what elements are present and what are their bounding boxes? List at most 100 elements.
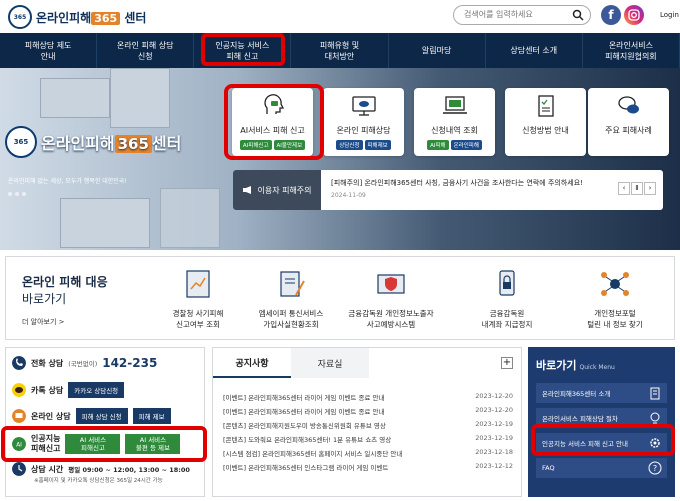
tag-ai-damage-history[interactable]: AI피해 xyxy=(427,140,449,150)
next-arrow-icon[interactable]: › xyxy=(644,182,656,195)
laptop-icon xyxy=(442,96,467,114)
quick-menu: 바로가기 Quick Menu 온라인피해365센터 소개 온라인서비스 피해상담… xyxy=(528,347,675,497)
list-item[interactable]: [이벤트] 온라인피해365센터 인스타그램 라이어 게임 이벤트 2023-12… xyxy=(223,462,513,472)
search-icon[interactable] xyxy=(572,9,584,21)
clipboard-pen-icon xyxy=(280,271,305,297)
top-bar: 365 온라인피해365 센터 f Login xyxy=(0,0,680,33)
highlight-box-ai-report xyxy=(1,426,207,462)
main-nav: 피해상담 제도 안내 온라인 피해 상담 신청 인공지능 서비스 피해 신고 피… xyxy=(0,33,680,68)
card-title: 신청내역 조회 xyxy=(431,126,478,135)
hours-row: 상담 시간 평일 09:00 ~ 12:00, 13:00 ~ 18:00 xyxy=(12,462,190,476)
card-damage-cases[interactable]: 주요 피해사례 xyxy=(588,88,669,156)
logo-prefix: 온라인피해 xyxy=(36,10,92,25)
network-icon xyxy=(601,272,629,296)
cabinet-drawer xyxy=(110,68,170,128)
card-online-consult[interactable]: 온라인 피해상담 상담신청 피해제보 xyxy=(323,88,404,156)
kakao-consult-button[interactable]: 카카오 상담신청 xyxy=(68,382,125,398)
card-title: 온라인 피해상담 xyxy=(336,126,391,135)
site-logo[interactable]: 365 온라인피해 365 센터 xyxy=(8,5,146,29)
hours-value: 평일 09:00 ~ 12:00, 13:00 ~ 18:00 xyxy=(68,466,190,474)
online-icon xyxy=(12,409,26,423)
tab-notices[interactable]: 공지사항 xyxy=(213,348,291,378)
card-how-to-apply[interactable]: 신청방법 안내 xyxy=(505,88,586,156)
cabinet-drawer xyxy=(60,198,150,248)
carousel-dot[interactable] xyxy=(22,192,26,196)
monitor-chat-icon xyxy=(351,96,376,116)
prev-arrow-icon[interactable]: ‹ xyxy=(618,182,630,195)
question-icon: ? xyxy=(648,461,662,475)
notice-date: 2024-11-09 xyxy=(331,192,366,199)
band-subtitle: 바로가기 xyxy=(22,292,67,306)
service-fss-account[interactable]: 금융감독원 내계좌 지급정지 xyxy=(460,267,554,330)
cabinet-drawer xyxy=(160,188,220,248)
card-title: 신청방법 안내 xyxy=(522,126,569,135)
hero-logo-suffix: 센터 xyxy=(151,134,182,153)
hero-logo: 365 온라인피해 365 센터 xyxy=(5,126,181,158)
lightbulb-icon xyxy=(650,412,660,424)
carousel-dot[interactable] xyxy=(8,192,12,196)
kakao-label: 카톡 상담 xyxy=(31,385,64,395)
nav-damage-system[interactable]: 피해상담 제도 안내 xyxy=(0,33,98,68)
more-link[interactable]: 더 알아보기 > xyxy=(22,317,65,327)
cabinet-drawer xyxy=(40,78,110,118)
highlight-box-ai-card xyxy=(224,84,324,160)
service-msafer[interactable]: 엠세이퍼 통신서비스 가입사실현황조회 xyxy=(244,267,338,330)
nav-notices[interactable]: 알림마당 xyxy=(389,33,486,68)
hero-logo-prefix: 온라인피해 xyxy=(41,134,115,153)
pause-icon[interactable]: Ⅱ xyxy=(631,182,643,195)
list-item[interactable]: [콘텐츠] 도와줘요 온라인피해365센터! 1분 유튜브 쇼츠 영상 2023-… xyxy=(223,434,513,444)
hero-subtitle: 온라인피해 없는 세상, 모두가 행복한 대한민국! xyxy=(8,178,127,185)
svg-text:?: ? xyxy=(653,464,657,473)
shield-monitor-icon xyxy=(377,274,405,294)
instagram-icon[interactable] xyxy=(624,5,644,25)
list-item[interactable]: [이벤트] 온라인피해365센터 라이어 게임 이벤트 종료 안내 2023-12… xyxy=(223,406,513,416)
highlight-box-nav xyxy=(201,33,285,66)
service-police[interactable]: 경찰청 사기피해 신고여부 조회 xyxy=(151,267,245,330)
hours-note: ※홈페이지 및 카카오톡 상담신청은 365일 24시간 가능 xyxy=(34,478,163,484)
tag-online-damage-history[interactable]: 온라인피해 xyxy=(450,140,482,150)
kakao-row: 카톡 상담 카카오 상담신청 xyxy=(12,382,125,398)
quick-item-faq[interactable]: FAQ ? xyxy=(536,458,667,478)
logo-number: 365 xyxy=(91,11,121,25)
logo-badge-icon: 365 xyxy=(8,5,32,29)
list-item[interactable]: [시스템 점검] 온라인피해365센터 홈페이지 서비스 일시중단 안내 2023… xyxy=(223,448,513,458)
quick-menu-subtitle: Quick Menu xyxy=(579,364,615,371)
notice-bar: 이용자 피해주의 [피해주의] 온라인피해365센터 사칭, 금융사기 사건을 … xyxy=(233,170,663,210)
response-shortcuts: 온라인 피해 대응 바로가기 더 알아보기 > 경찰청 사기피해 신고여부 조회… xyxy=(5,256,675,340)
online-label: 온라인 상담 xyxy=(31,411,71,421)
service-fss-exposure[interactable]: 금융감독원 개인정보노출자 사고예방시스템 xyxy=(344,267,438,330)
quick-menu-title: 바로가기 xyxy=(536,359,577,372)
carousel-dot[interactable] xyxy=(15,192,19,196)
megaphone-icon xyxy=(243,186,252,194)
search-input[interactable] xyxy=(464,10,574,19)
nav-center-intro[interactable]: 상담센터 소개 xyxy=(486,33,583,68)
phone-row: 전화 상담 (국번없이) 142-235 xyxy=(12,356,157,370)
nav-damage-types[interactable]: 피해유형 및 대처방안 xyxy=(291,33,389,68)
nav-online-consult[interactable]: 온라인 피해 상담 신청 xyxy=(97,33,195,68)
login-link[interactable]: Login xyxy=(660,11,679,19)
lock-phone-icon xyxy=(499,270,515,296)
clock-icon xyxy=(12,462,26,476)
service-privacy-portal[interactable]: 개인정보포털 털린 내 정보 찾기 xyxy=(568,267,662,330)
card-history-lookup[interactable]: 신청내역 조회 AI피해 온라인피해 xyxy=(414,88,495,156)
list-item[interactable]: [콘텐츠] 온라인피해지원도우미 방송통신위원회 유튜브 영상 2023-12-1… xyxy=(223,420,513,430)
tag-damage-report[interactable]: 피해제보 xyxy=(364,140,391,150)
logo-suffix: 센터 xyxy=(124,10,147,25)
building-icon xyxy=(650,387,660,400)
online-consult-button[interactable]: 피해 상담 신청 xyxy=(75,408,128,424)
notice-board: 공지사항 자료실 + [이벤트] 온라인피해365센터 라이어 게임 이벤트 종… xyxy=(212,347,522,497)
more-plus-icon[interactable]: + xyxy=(501,357,513,369)
nav-council[interactable]: 온라인서비스 피해지원협의회 xyxy=(583,33,680,68)
facebook-icon[interactable]: f xyxy=(601,5,621,25)
tab-resources[interactable]: 자료실 xyxy=(291,348,369,378)
online-report-button[interactable]: 피해 제보 xyxy=(132,408,171,424)
list-item[interactable]: [이벤트] 온라인피해365센터 라이어 게임 이벤트 종료 안내 2023-12… xyxy=(223,392,513,402)
hero-logo-number: 365 xyxy=(114,135,152,153)
quick-item-center-intro[interactable]: 온라인피해365센터 소개 xyxy=(536,383,667,403)
contact-panel: 전화 상담 (국번없이) 142-235 카톡 상담 카카오 상담신청 온라인 … xyxy=(5,347,205,497)
tag-consult-apply[interactable]: 상담신청 xyxy=(336,140,363,150)
phone-icon xyxy=(12,356,26,370)
phone-number: 142-235 xyxy=(102,356,158,370)
hero-logo-badge-icon: 365 xyxy=(5,126,37,158)
notice-message[interactable]: [피해주의] 온라인피해365센터 사칭, 금융사기 사건을 조사한다는 연락에… xyxy=(331,178,583,188)
